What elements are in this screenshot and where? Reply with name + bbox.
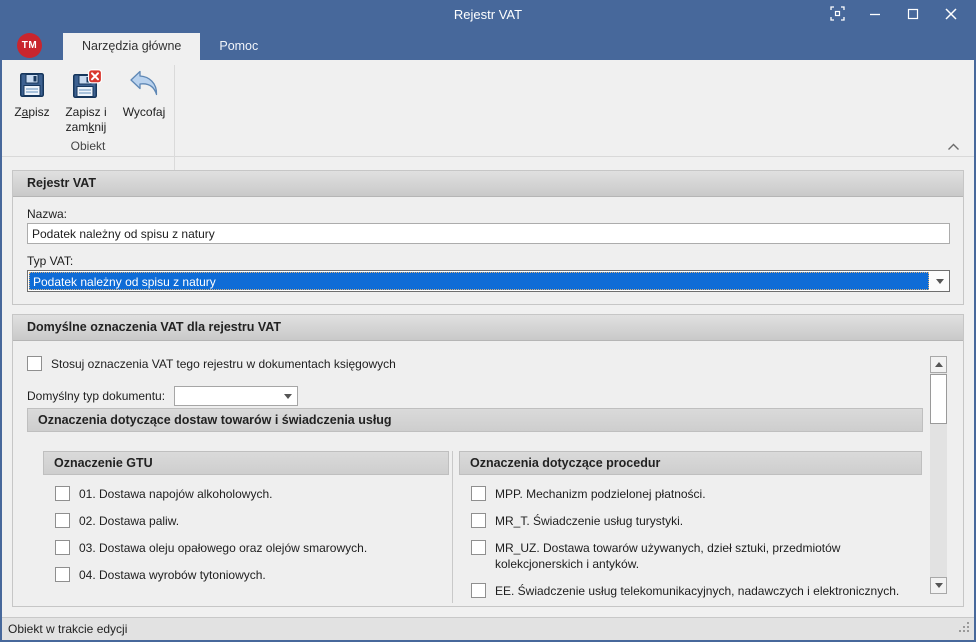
checkbox[interactable] bbox=[471, 513, 486, 528]
checkbox-label: EE. Świadczenie usług telekomunikacyjnyc… bbox=[495, 583, 899, 599]
scroll-up-button[interactable] bbox=[930, 356, 947, 373]
save-and-close-button[interactable]: Zapisz izamknij bbox=[58, 65, 114, 135]
default-doc-type-combobox[interactable] bbox=[174, 386, 298, 406]
status-text: Obiekt w trakcie edycji bbox=[8, 618, 127, 640]
collapse-ribbon-button[interactable] bbox=[947, 140, 961, 150]
default-vat-markings-title: Domyślne oznaczenia VAT dla rejestru VAT bbox=[13, 315, 963, 341]
vat-type-field-label: Typ VAT: bbox=[27, 254, 73, 268]
default-doc-type-label: Domyślny typ dokumentu: bbox=[27, 389, 165, 403]
save-button-label: Zapisz bbox=[14, 105, 49, 120]
procedures-checkbox-list: MPP. Mechanizm podzielonej płatności. MR_… bbox=[459, 475, 922, 607]
checkbox-item[interactable]: MR_UZ. Dostawa towarów używanych, dzieł … bbox=[459, 540, 922, 572]
scroll-down-button[interactable] bbox=[930, 577, 947, 594]
apply-markings-label: Stosuj oznaczenia VAT tego rejestru w do… bbox=[51, 357, 396, 371]
fit-icon bbox=[830, 6, 845, 24]
default-doc-type-dropdown-button[interactable] bbox=[279, 387, 297, 405]
status-bar: Obiekt w trakcie edycji bbox=[2, 617, 974, 640]
minimize-icon bbox=[869, 8, 881, 23]
resize-grip-icon[interactable] bbox=[958, 621, 971, 637]
scrollbar-thumb[interactable] bbox=[930, 374, 947, 424]
gtu-column: Oznaczenie GTU 01. Dostawa napojów alkoh… bbox=[43, 451, 449, 607]
window-controls bbox=[818, 0, 970, 30]
column-divider bbox=[452, 451, 453, 603]
chevron-up-icon bbox=[947, 140, 960, 154]
apply-markings-checkbox-row[interactable]: Stosuj oznaczenia VAT tego rejestru w do… bbox=[27, 356, 396, 371]
default-vat-markings-section: Domyślne oznaczenia VAT dla rejestru VAT… bbox=[12, 314, 964, 607]
vertical-scrollbar[interactable] bbox=[930, 356, 947, 594]
vat-type-selected-value: Podatek należny od spisu z natury bbox=[29, 272, 929, 290]
tab-pomoc[interactable]: Pomoc bbox=[200, 33, 277, 60]
default-doc-type-value bbox=[175, 387, 279, 405]
undo-button-label: Wycofaj bbox=[123, 105, 166, 120]
checkbox-label: 04. Dostawa wyrobów tytoniowych. bbox=[79, 567, 266, 583]
checkbox-label: MR_UZ. Dostawa towarów używanych, dzieł … bbox=[495, 540, 922, 572]
triangle-down-icon bbox=[935, 583, 943, 588]
gtu-checkbox-list: 01. Dostawa napojów alkoholowych. 02. Dos… bbox=[43, 475, 449, 607]
save-close-floppy-icon bbox=[70, 69, 102, 101]
checkbox-item[interactable]: 02. Dostawa paliw. bbox=[43, 513, 449, 529]
checkbox-label: 01. Dostawa napojów alkoholowych. bbox=[79, 486, 272, 502]
close-icon bbox=[944, 7, 958, 24]
procedures-column-header: Oznaczenia dotyczące procedur bbox=[459, 451, 922, 475]
maximize-button[interactable] bbox=[894, 0, 932, 30]
vat-type-combobox[interactable]: Podatek należny od spisu z natury bbox=[27, 270, 950, 292]
checkbox-label: MR_T. Świadczenie usług turystyki. bbox=[495, 513, 683, 529]
checkbox-item[interactable]: 01. Dostawa napojów alkoholowych. bbox=[43, 486, 449, 502]
checkbox-label: MPP. Mechanizm podzielonej płatności. bbox=[495, 486, 706, 502]
checkbox[interactable] bbox=[55, 567, 70, 582]
name-field-label: Nazwa: bbox=[27, 207, 67, 221]
checkbox-item[interactable]: 04. Dostawa wyrobów tytoniowych. bbox=[43, 567, 449, 583]
app-logo[interactable]: TM bbox=[17, 33, 42, 58]
procedures-column: Oznaczenia dotyczące procedur MPP. Mecha… bbox=[459, 451, 922, 607]
undo-arrow-icon bbox=[128, 69, 160, 101]
triangle-up-icon bbox=[935, 362, 943, 367]
checkbox[interactable] bbox=[55, 513, 70, 528]
register-section-title: Rejestr VAT bbox=[13, 171, 963, 197]
ribbon-tab-bar: TM Narzędzia główne Pomoc bbox=[0, 30, 976, 60]
save-floppy-icon bbox=[16, 69, 48, 101]
close-button[interactable] bbox=[932, 0, 970, 30]
register-section: Rejestr VAT Nazwa: Typ VAT: Podatek nale… bbox=[12, 170, 964, 305]
goods-services-markings-panel: Oznaczenia dotyczące dostaw towarów i św… bbox=[27, 408, 923, 607]
checkbox-item[interactable]: EE. Świadczenie usług telekomunikacyjnyc… bbox=[459, 583, 922, 599]
checkbox[interactable] bbox=[471, 486, 486, 501]
fit-window-button[interactable] bbox=[818, 0, 856, 30]
title-bar: Rejestr VAT bbox=[0, 0, 976, 30]
ribbon: Zapisz Zapisz izamknij bbox=[2, 60, 974, 157]
checkbox[interactable] bbox=[471, 540, 486, 555]
chevron-down-icon bbox=[284, 394, 292, 399]
checkbox[interactable] bbox=[55, 486, 70, 501]
checkbox-item[interactable]: 03. Dostawa oleju opałowego oraz olejów … bbox=[43, 540, 449, 556]
tab-narzedzia-glowne[interactable]: Narzędzia główne bbox=[63, 33, 200, 60]
checkbox-label: 02. Dostawa paliw. bbox=[79, 513, 179, 529]
checkbox-item[interactable]: MPP. Mechanizm podzielonej płatności. bbox=[459, 486, 922, 502]
app-window: Rejestr VAT bbox=[0, 0, 976, 642]
minimize-button[interactable] bbox=[856, 0, 894, 30]
checkbox[interactable] bbox=[471, 583, 486, 598]
undo-button[interactable]: Wycofaj bbox=[115, 65, 173, 120]
checkbox-label: 03. Dostawa oleju opałowego oraz olejów … bbox=[79, 540, 367, 556]
chevron-down-icon bbox=[936, 279, 944, 284]
maximize-icon bbox=[907, 8, 919, 23]
checkbox-item[interactable]: MR_T. Świadczenie usług turystyki. bbox=[459, 513, 922, 529]
save-and-close-button-label: Zapisz izamknij bbox=[65, 105, 106, 135]
ribbon-group-label: Obiekt bbox=[2, 137, 174, 155]
vat-type-dropdown-button[interactable] bbox=[930, 271, 949, 291]
name-input[interactable] bbox=[27, 223, 950, 244]
apply-markings-checkbox[interactable] bbox=[27, 356, 42, 371]
checkbox[interactable] bbox=[55, 540, 70, 555]
save-button[interactable]: Zapisz bbox=[7, 65, 57, 120]
gtu-column-header: Oznaczenie GTU bbox=[43, 451, 449, 475]
goods-services-markings-title: Oznaczenia dotyczące dostaw towarów i św… bbox=[27, 408, 923, 432]
